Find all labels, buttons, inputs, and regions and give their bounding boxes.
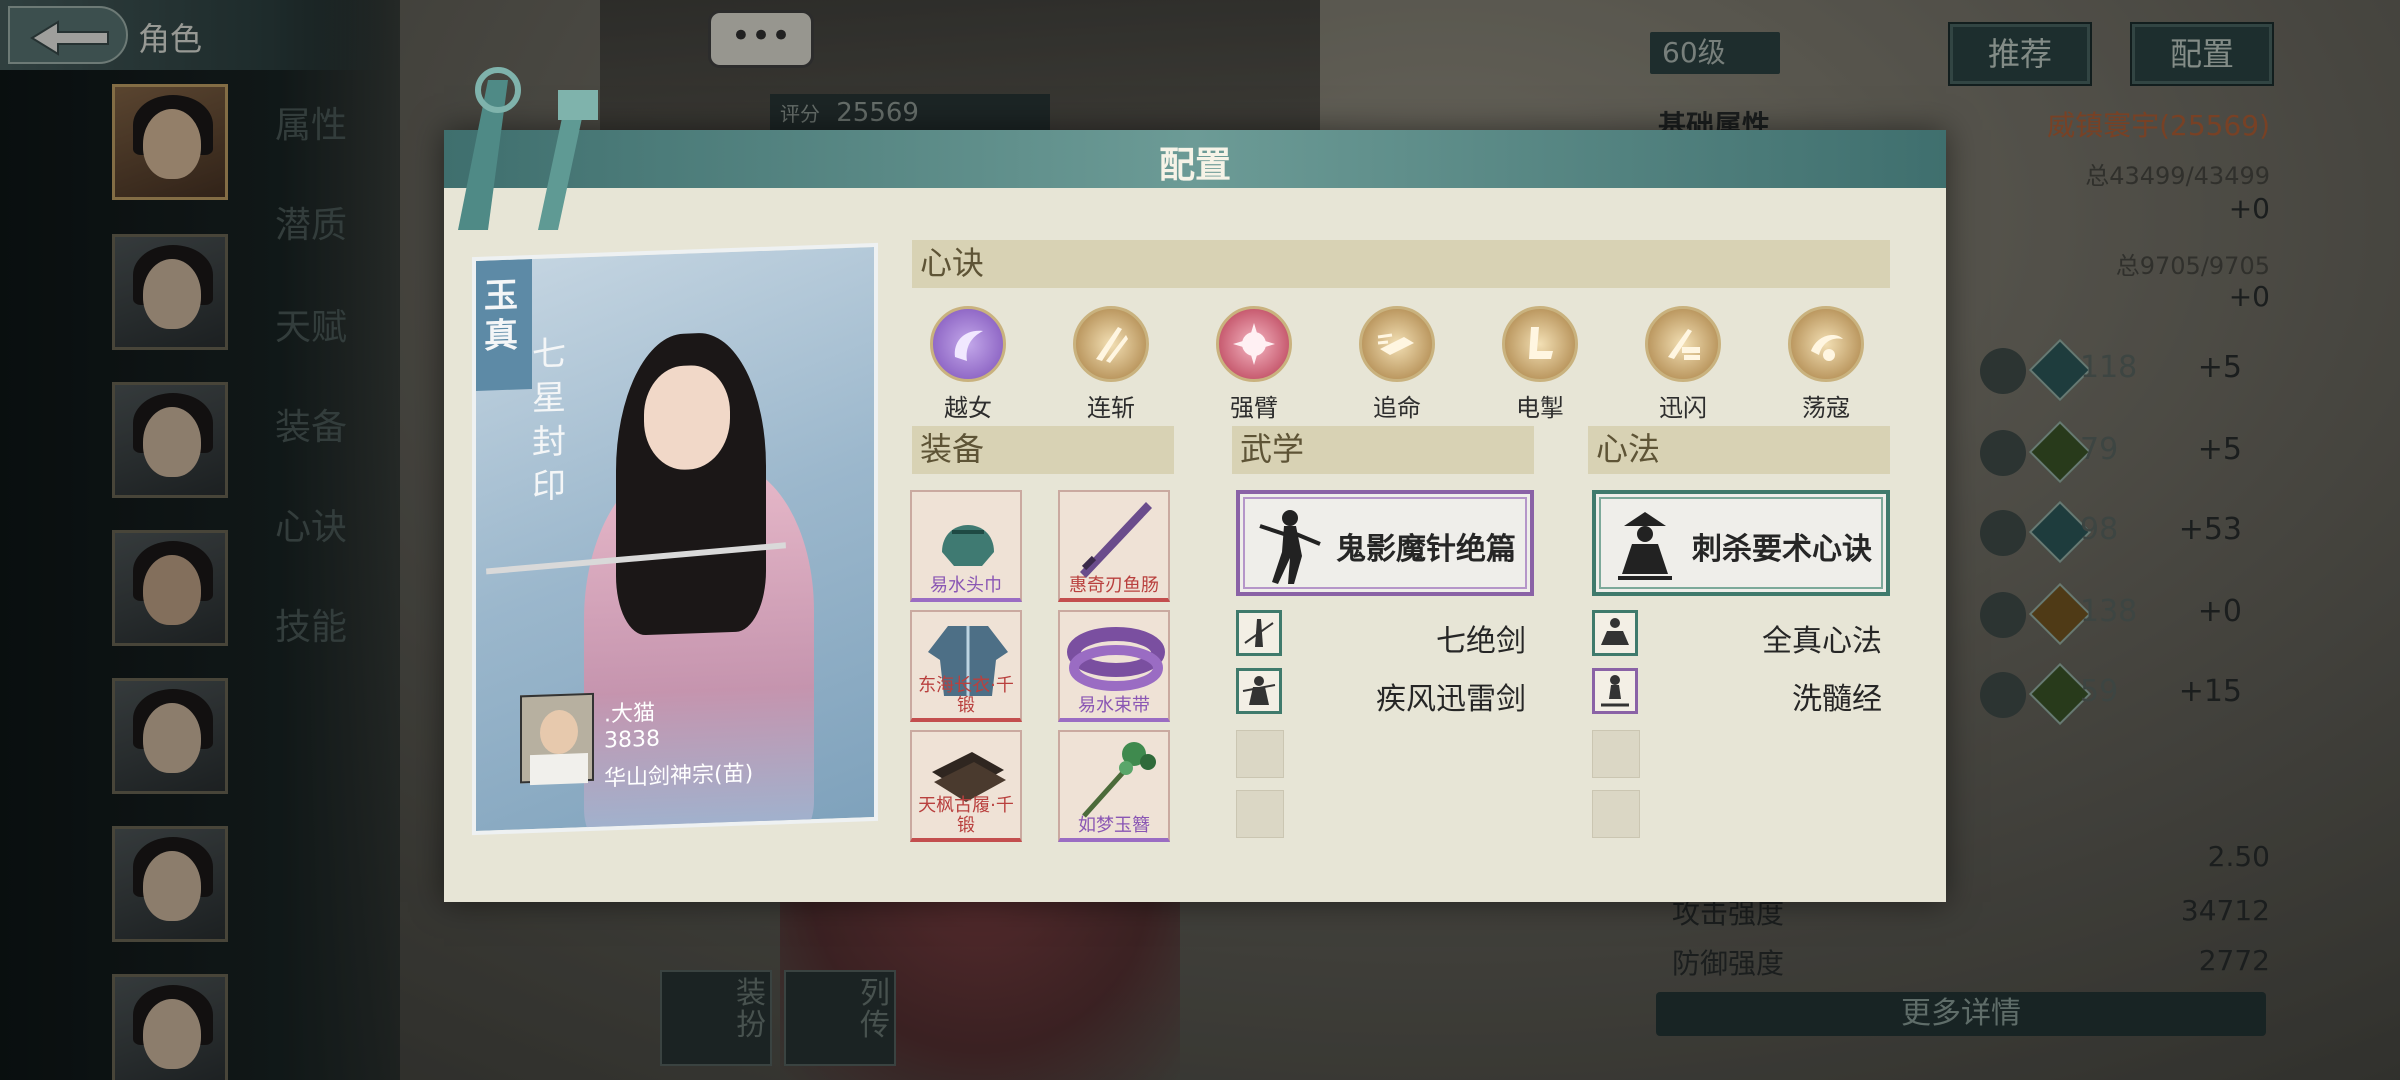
xinfa-skill-row[interactable]: 全真心法 [1592,610,1890,659]
sword-ornament-icon [458,67,598,230]
xinfa-empty-slot[interactable] [1592,730,1640,778]
equip-slot-accessory[interactable]: 如梦玉簪 [1058,730,1170,842]
dash-icon [1359,306,1435,382]
hairpin-icon [1082,742,1156,818]
wuxue-skill-row[interactable]: 七绝剑 [1236,610,1534,659]
xinjue-item-xunshan[interactable]: 迅闪 [1633,306,1733,423]
dialog-title: 配置 [1158,145,1231,186]
belt-icon [1067,627,1165,691]
sword-stance-icon [1236,610,1282,656]
xinjue-item-dianche[interactable]: 电掣 [1490,306,1590,423]
wuxue-empty-slot[interactable] [1236,730,1284,778]
meditation-icon [1592,610,1638,656]
equip-label: 如梦玉簪 [1078,815,1150,836]
xinjue-label: 追命 [1373,394,1421,422]
equip-slot-body[interactable]: 东海长衣·千锻 [910,610,1022,722]
equip-slot-belt[interactable]: 易水束带 [1058,610,1170,722]
xinjue-item-zhuiming[interactable]: 追命 [1347,306,1447,423]
xinjue-section-header: 心诀 [912,240,1890,288]
xinjue-item-yuenv[interactable]: 越女 [918,306,1018,423]
lightning-icon [1502,306,1578,382]
xinjue-item-lianzhan[interactable]: 连斩 [1061,306,1161,423]
xinfa-skill-label: 全真心法 [1762,624,1882,659]
equip-label: 东海长衣·千锻 [918,675,1014,716]
sword-dash-icon [1236,668,1282,714]
wuxue-skill-label: 七绝剑 [1436,624,1526,659]
xinjue-label: 连斩 [1087,394,1135,422]
xinjue-item-qiangbi[interactable]: 强臂 [1204,306,1304,423]
config-dialog: 配置 玉真 七星封印 .大猫 3838 华山剑神宗(苗) 心诀 越女 连斩 强臂… [444,67,1946,902]
equip-slot-head[interactable]: 易水头巾 [910,490,1022,602]
xinfa-empty-slot[interactable] [1592,790,1640,838]
xinjue-item-dangkou[interactable]: 荡寇 [1776,306,1876,423]
wuxue-main-skill-card[interactable]: 鬼影魔针绝篇 [1236,490,1534,596]
xinjue-label: 荡寇 [1802,394,1850,422]
wuxue-skill-label: 疾风迅雷剑 [1376,682,1526,717]
owner-sect: 华山剑神宗(苗) [604,761,754,792]
wuxue-main-label: 鬼影魔针绝篇 [1336,532,1516,567]
portrait-name: 玉真 [484,275,518,357]
sweep-icon [1788,306,1864,382]
martial-figure-icon [1259,510,1321,584]
equip-label: 天枫古履·千锻 [918,795,1014,836]
owner-name: .大猫 [604,700,655,728]
xinjue-label: 电掣 [1516,394,1564,422]
equipment-section-header: 装备 [912,426,1174,474]
swift-icon [1645,306,1721,382]
xinfa-skill-row[interactable]: 洗髓经 [1592,668,1890,717]
equip-label: 易水束带 [1078,695,1150,716]
equip-slot-weapon[interactable]: 惠奇刃鱼肠 [1058,490,1170,602]
xinjue-label: 迅闪 [1659,394,1707,422]
blade-slash-icon [1073,306,1149,382]
dagger-icon [1080,502,1152,578]
wuxue-empty-slot[interactable] [1236,790,1284,838]
equip-label: 易水头巾 [930,575,1002,596]
fist-burst-icon [1216,306,1292,382]
character-portrait-card: 玉真 七星封印 .大猫 3838 华山剑神宗(苗) [472,242,878,836]
meditating-figure-icon [1618,512,1672,580]
xinfa-section-header: 心法 [1588,426,1890,474]
xinjue-label: 强臂 [1230,394,1278,422]
xinfa-main-skill-card[interactable]: 刺杀要术心诀 [1592,490,1890,596]
lotus-pose-icon [1592,668,1638,714]
portrait-subtitle: 七星封印 [532,333,566,507]
equip-label: 惠奇刃鱼肠 [1069,575,1159,596]
xinfa-skill-label: 洗髓经 [1792,682,1882,717]
wuxue-skill-row[interactable]: 疾风迅雷剑 [1236,668,1534,717]
owner-id: 3838 [604,726,660,754]
wuxue-section-header: 武学 [1232,426,1534,474]
headscarf-icon [942,525,994,566]
crescent-swirl-icon [930,306,1006,382]
xinfa-main-label: 刺杀要术心诀 [1692,532,1872,567]
equip-slot-feet[interactable]: 天枫古履·千锻 [910,730,1022,842]
owner-avatar[interactable] [520,692,594,786]
xinjue-label: 越女 [944,394,992,422]
